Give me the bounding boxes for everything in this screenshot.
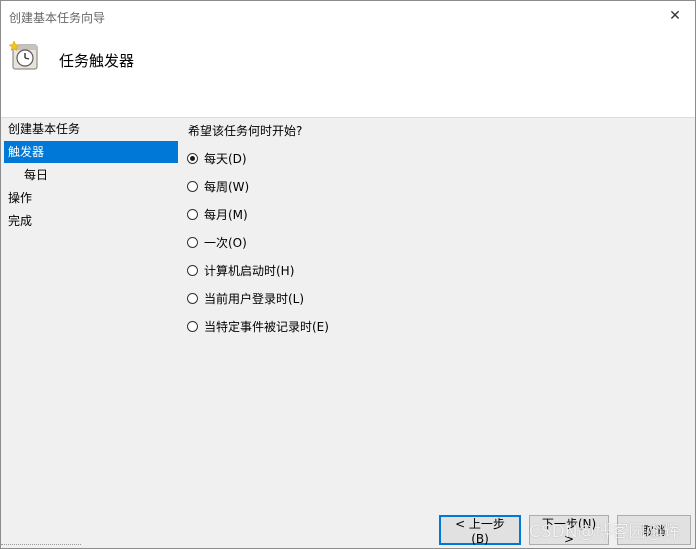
radio-option-monthly[interactable]: 每月(M) — [187, 204, 248, 224]
radio-label: 每周(W) — [204, 179, 250, 194]
radio-label: 计算机启动时(H) — [204, 263, 295, 278]
radio-option-once[interactable]: 一次(O) — [187, 232, 247, 252]
close-button[interactable]: ✕ — [655, 1, 695, 31]
sidebar-item-trigger[interactable]: 触发器 — [4, 141, 178, 163]
radio-button[interactable] — [187, 208, 198, 220]
footer-divider — [1, 544, 81, 546]
radio-button-checked[interactable] — [187, 152, 198, 164]
clock-task-icon — [9, 40, 38, 70]
radio-button[interactable] — [187, 264, 198, 276]
wizard-steps-sidebar: 创建基本任务 触发器 每日 操作 完成 — [1, 118, 179, 498]
sidebar-item-daily[interactable]: 每日 — [4, 164, 178, 186]
window-title: 创建基本任务向导 — [9, 11, 106, 25]
next-button[interactable]: 下一步(N) > — [529, 515, 609, 546]
radio-label: 每月(M) — [204, 207, 248, 222]
radio-button[interactable] — [187, 292, 198, 304]
radio-button[interactable] — [187, 236, 198, 248]
trigger-options-panel: 希望该任务何时开始? 每天(D) 每周(W) 每月(M) 一次(O) 计算机启动… — [187, 118, 687, 498]
sidebar-item-action[interactable]: 操作 — [4, 187, 178, 209]
radio-button[interactable] — [187, 320, 198, 332]
sidebar-item-finish[interactable]: 完成 — [4, 210, 178, 232]
radio-option-weekly[interactable]: 每周(W) — [187, 176, 249, 196]
radio-button[interactable] — [187, 180, 198, 192]
back-button[interactable]: < 上一步(B) — [439, 515, 521, 546]
radio-option-at-logon[interactable]: 当前用户登录时(L) — [187, 288, 304, 308]
cancel-button[interactable]: 取消 — [617, 515, 691, 545]
radio-label: 当特定事件被记录时(E) — [204, 319, 329, 334]
close-icon: ✕ — [669, 8, 681, 24]
radio-label: 当前用户登录时(L) — [204, 291, 305, 306]
radio-option-on-event[interactable]: 当特定事件被记录时(E) — [187, 316, 329, 336]
radio-option-daily[interactable]: 每天(D) — [187, 148, 247, 168]
radio-label: 每天(D) — [204, 151, 247, 166]
title-bar: 创建基本任务向导 ✕ — [1, 1, 695, 31]
page-title: 任务触发器 — [59, 52, 135, 70]
wizard-header: 任务触发器 — [1, 31, 695, 118]
trigger-question: 希望该任务何时开始? — [188, 124, 303, 138]
radio-label: 一次(O) — [204, 235, 247, 250]
wizard-window: 创建基本任务向导 ✕ 任务触发器 创建基本任务 触发器 每日 操作 完成 希望该… — [0, 0, 696, 549]
sidebar-item-create-basic-task[interactable]: 创建基本任务 — [4, 118, 178, 140]
radio-option-at-startup[interactable]: 计算机启动时(H) — [187, 260, 294, 280]
